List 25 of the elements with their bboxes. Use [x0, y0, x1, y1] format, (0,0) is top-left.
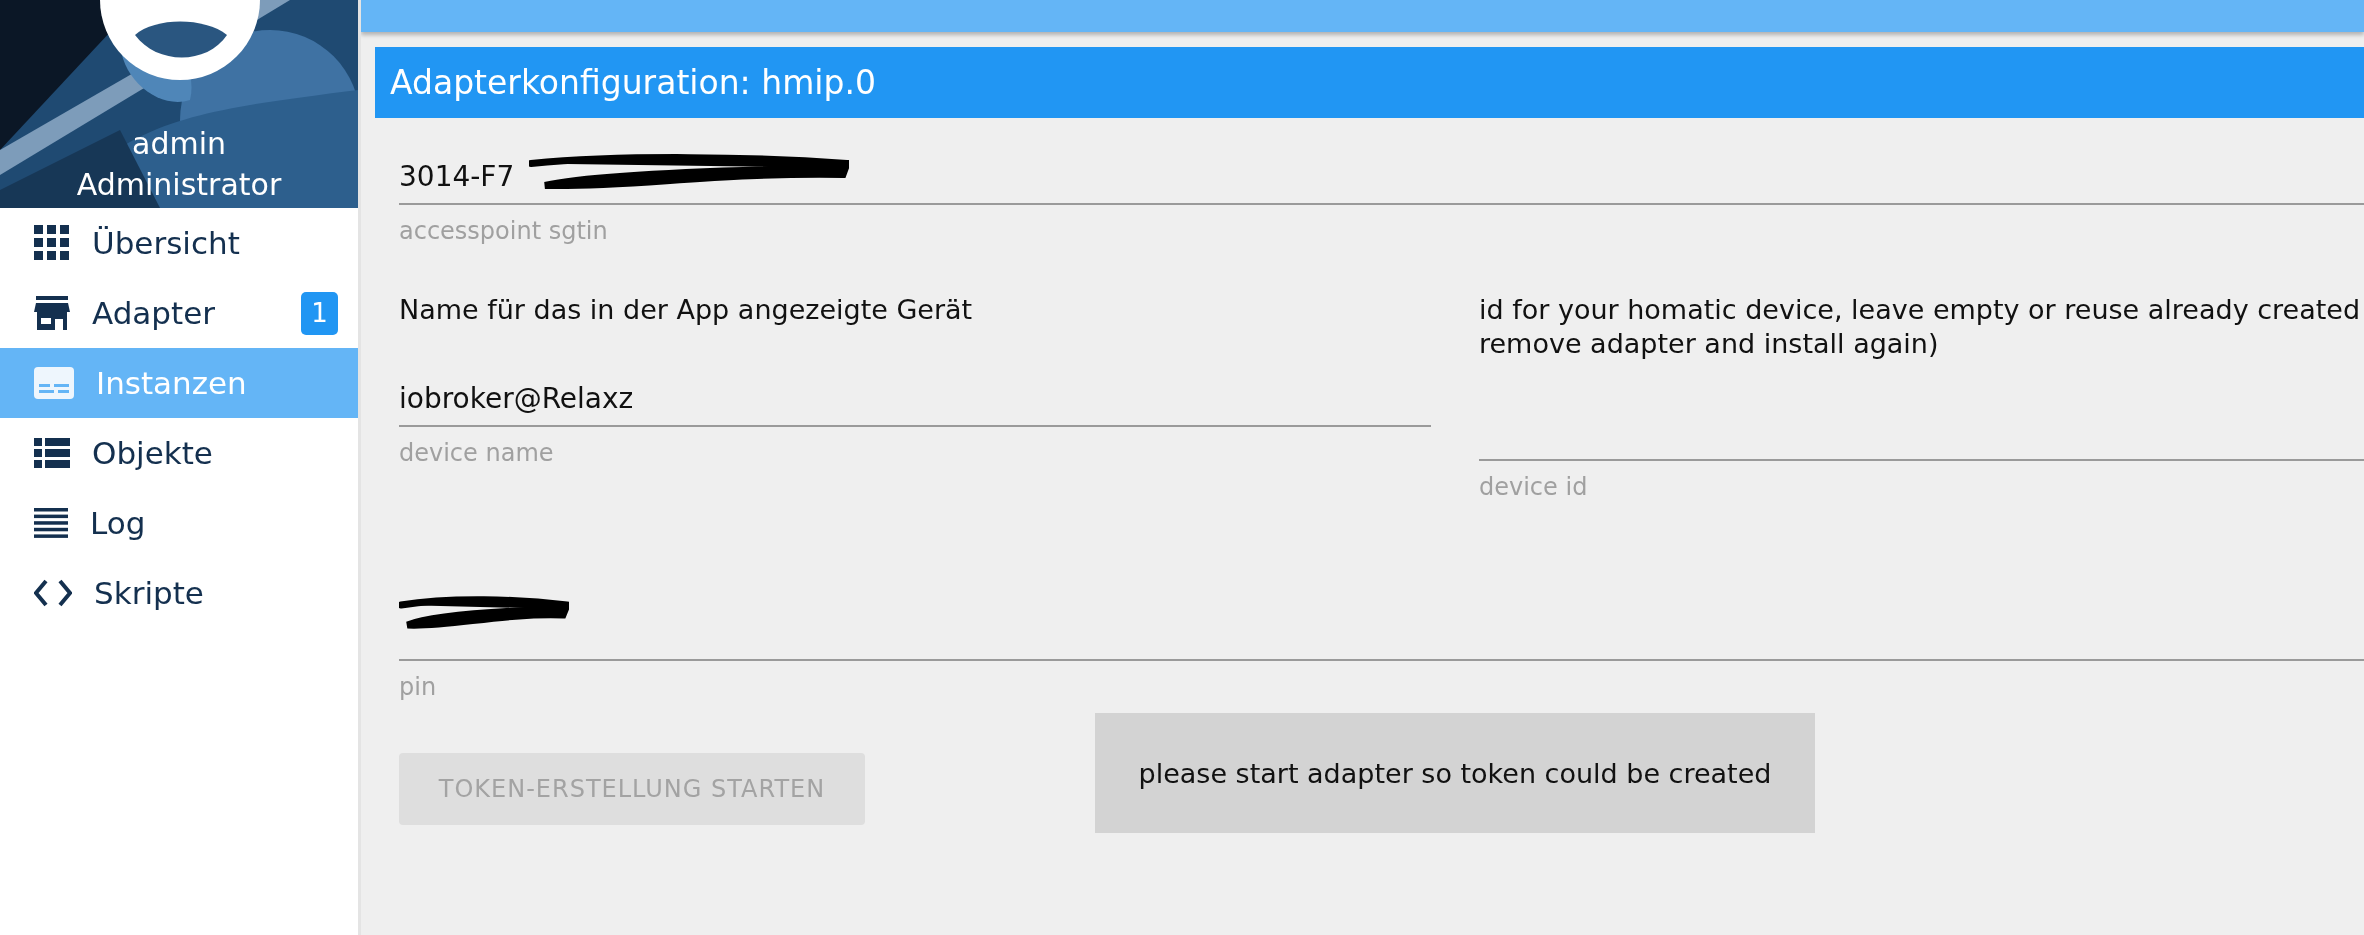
helper-text: accesspoint sgtin — [399, 217, 609, 245]
input-field[interactable]: 3014-F7 — [399, 118, 2364, 205]
helper-text: pin — [399, 673, 438, 701]
sidebar-item[interactable]: Adapter 1 — [0, 278, 358, 348]
code-icon — [34, 578, 72, 608]
store-icon — [34, 296, 70, 330]
sidebar-item[interactable]: Übersicht — [0, 208, 358, 278]
sidebar-item[interactable]: Skripte — [0, 558, 358, 628]
card-icon — [34, 367, 74, 399]
status-message: please start adapter so token could be created — [1095, 713, 1815, 833]
input-field[interactable]: iobroker@Relaxz — [399, 327, 1431, 427]
card-title: Adapterkonfiguration: hmip.0 — [375, 47, 2364, 118]
helper-text: device id — [1479, 473, 1589, 501]
sidebar-item[interactable]: Log — [0, 488, 358, 558]
helper-text: device name — [399, 439, 555, 467]
field-description: Name für das in der App angezeigte Gerät — [399, 293, 974, 327]
user-role: Administrator — [76, 167, 282, 202]
list-icon — [34, 438, 70, 468]
sidebar-item[interactable]: Objekte — [0, 418, 358, 488]
lines-icon — [34, 508, 68, 538]
count-badge: 1 — [301, 291, 338, 335]
field-description: id for your homatic device, leave empty or reuse already created — [1479, 293, 2362, 327]
grid-icon — [34, 225, 70, 261]
user-name: admin — [132, 126, 226, 161]
field-description: remove adapter and install again) — [1479, 327, 1940, 361]
